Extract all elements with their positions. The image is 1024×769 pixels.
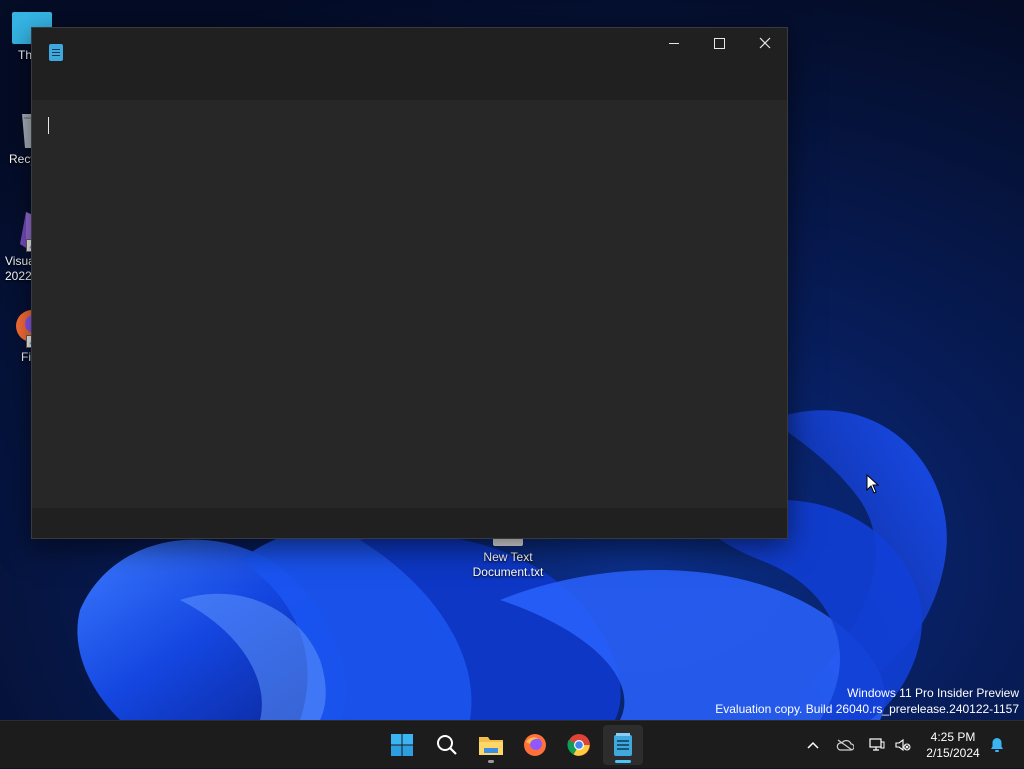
notepad-icon [614,733,632,756]
firefox-icon [524,734,546,756]
taskbar-notepad[interactable] [603,725,643,765]
taskbar: 4:25 PM 2/15/2024 [0,720,1024,768]
search-icon [437,735,457,755]
folder-icon [479,737,503,755]
clock-time: 4:25 PM [930,730,976,744]
notification-bell-icon [991,738,1003,752]
active-app-indicator [615,760,631,763]
desktop-file-label: New Text Document.txt [472,550,544,579]
text-editor-area[interactable] [32,100,787,508]
close-icon [759,37,771,49]
search-button[interactable] [427,725,467,765]
windows-start-icon [391,734,413,756]
maximize-icon [713,37,725,49]
start-button[interactable] [382,725,422,765]
volume-muted-icon [895,738,911,752]
taskbar-chrome[interactable] [559,725,599,765]
notepad-window[interactable] [31,27,788,539]
notification-center-button[interactable] [986,721,1008,769]
mouse-pointer-icon [866,473,880,494]
taskbar-file-explorer[interactable] [471,725,511,765]
chevron-up-icon [807,741,819,749]
text-caret [48,117,49,134]
show-hidden-icons-button[interactable] [802,721,824,769]
evaluation-watermark: Windows 11 Pro Insider Preview Evaluatio… [715,685,1019,717]
maximize-button[interactable] [696,28,742,58]
minimize-icon [669,42,679,44]
title-bar[interactable] [32,28,787,100]
system-clock[interactable]: 4:25 PM 2/15/2024 [918,729,988,761]
onedrive-button[interactable] [833,721,857,769]
notepad-icon [49,44,63,61]
running-indicator [488,760,494,763]
close-button[interactable] [742,28,788,58]
watermark-line-2: Evaluation copy. Build 26040.rs_prerelea… [715,702,1019,716]
network-icon [869,738,885,751]
network-button[interactable] [866,721,888,769]
chrome-icon [567,734,590,756]
minimize-button[interactable] [651,28,697,58]
volume-button[interactable] [892,721,914,769]
taskbar-firefox[interactable] [515,725,555,765]
clock-date: 2/15/2024 [926,746,980,760]
watermark-line-1: Windows 11 Pro Insider Preview [847,686,1019,700]
status-bar [32,508,787,538]
onedrive-offline-icon [836,739,854,751]
